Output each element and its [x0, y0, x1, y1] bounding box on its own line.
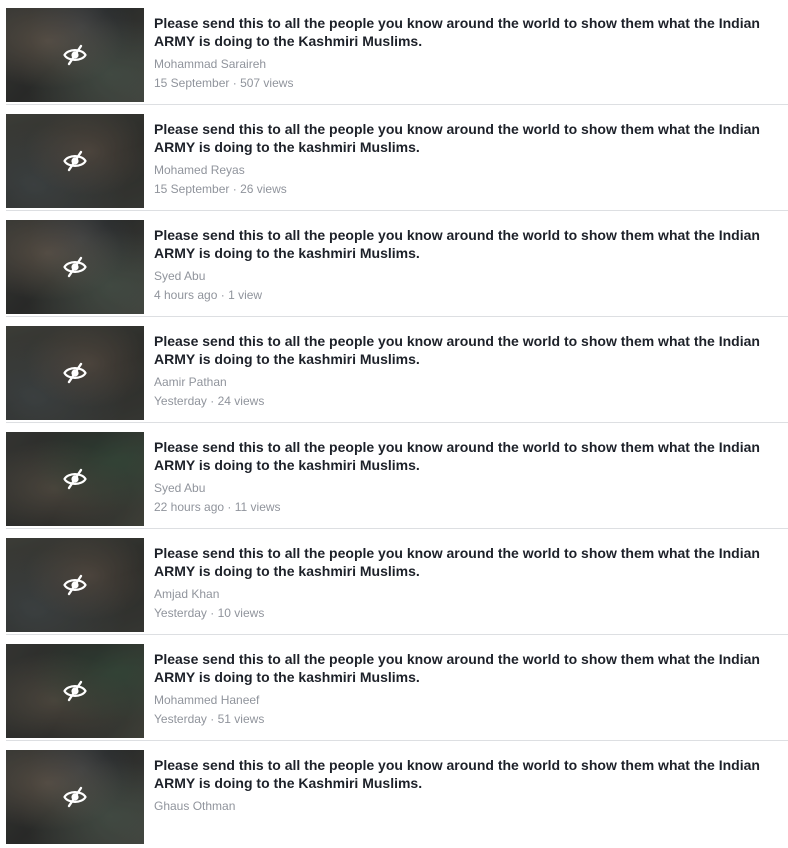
list-item[interactable]: Please send this to all the people you k… — [0, 636, 788, 742]
author-name[interactable]: Mohamed Reyas — [154, 163, 245, 177]
view-count: 26 views — [240, 182, 287, 196]
list-item[interactable]: Please send this to all the people you k… — [0, 530, 788, 636]
video-thumbnail[interactable] — [6, 750, 144, 844]
video-title[interactable]: Please send this to all the people you k… — [154, 756, 779, 792]
divider — [6, 316, 788, 317]
author-name[interactable]: Amjad Khan — [154, 587, 219, 601]
view-count: 24 views — [217, 394, 265, 408]
post-meta: 22 hours ago · 11 views — [154, 500, 281, 514]
post-meta: 15 September · 507 views — [154, 76, 293, 90]
list-item[interactable]: Please send this to all the people you k… — [0, 424, 788, 530]
video-title[interactable]: Please send this to all the people you k… — [154, 332, 779, 368]
meta-separator: · — [220, 288, 225, 302]
eye-slash-icon — [63, 150, 87, 172]
eye-slash-icon — [63, 574, 87, 596]
meta-separator: · — [210, 712, 215, 726]
author-name[interactable]: Syed Abu — [154, 269, 205, 283]
post-meta: Yesterday · 10 views — [154, 606, 264, 620]
list-item[interactable]: Please send this to all the people you k… — [0, 0, 788, 106]
post-meta: 4 hours ago · 1 view — [154, 288, 262, 302]
meta-separator: · — [227, 500, 232, 514]
author-name[interactable]: Mohammad Saraireh — [154, 57, 266, 71]
video-results-list: Please send this to all the people you k… — [0, 0, 788, 844]
post-meta: Yesterday · 24 views — [154, 394, 264, 408]
post-date: Yesterday — [154, 712, 207, 726]
eye-slash-icon — [63, 362, 87, 384]
list-item[interactable]: Please send this to all the people you k… — [0, 318, 788, 424]
divider — [6, 528, 788, 529]
video-title[interactable]: Please send this to all the people you k… — [154, 650, 779, 686]
divider — [6, 422, 788, 423]
post-meta: 15 September · 26 views — [154, 182, 287, 196]
post-date: Yesterday — [154, 394, 207, 408]
meta-separator: · — [210, 394, 215, 408]
view-count: 11 views — [234, 500, 281, 514]
video-thumbnail[interactable] — [6, 114, 144, 208]
view-count: 51 views — [217, 712, 265, 726]
list-item[interactable]: Please send this to all the people you k… — [0, 742, 788, 848]
video-thumbnail[interactable] — [6, 326, 144, 420]
video-title[interactable]: Please send this to all the people you k… — [154, 120, 779, 156]
eye-slash-icon — [63, 680, 87, 702]
eye-slash-icon — [63, 468, 87, 490]
divider — [6, 104, 788, 105]
divider — [6, 740, 788, 741]
video-title[interactable]: Please send this to all the people you k… — [154, 226, 779, 262]
view-count: 507 views — [240, 76, 294, 90]
eye-slash-icon — [63, 786, 87, 808]
video-thumbnail[interactable] — [6, 644, 144, 738]
post-date: 4 hours ago — [154, 288, 218, 302]
meta-separator: · — [210, 606, 215, 620]
list-item[interactable]: Please send this to all the people you k… — [0, 106, 788, 212]
video-thumbnail[interactable] — [6, 538, 144, 632]
author-name[interactable]: Ghaus Othman — [154, 799, 235, 813]
post-date: Yesterday — [154, 606, 207, 620]
post-date: 15 September — [154, 76, 230, 90]
video-title[interactable]: Please send this to all the people you k… — [154, 544, 779, 580]
post-date: 15 September — [154, 182, 230, 196]
view-count: 10 views — [217, 606, 265, 620]
video-title[interactable]: Please send this to all the people you k… — [154, 438, 779, 474]
author-name[interactable]: Mohammed Haneef — [154, 693, 259, 707]
video-thumbnail[interactable] — [6, 8, 144, 102]
video-thumbnail[interactable] — [6, 432, 144, 526]
divider — [6, 634, 788, 635]
author-name[interactable]: Aamir Pathan — [154, 375, 227, 389]
meta-separator: · — [232, 182, 237, 196]
list-item[interactable]: Please send this to all the people you k… — [0, 212, 788, 318]
divider — [6, 210, 788, 211]
eye-slash-icon — [63, 44, 87, 66]
post-date: 22 hours ago — [154, 500, 225, 514]
video-thumbnail[interactable] — [6, 220, 144, 314]
author-name[interactable]: Syed Abu — [154, 481, 205, 495]
view-count: 1 view — [228, 288, 263, 302]
post-meta: Yesterday · 51 views — [154, 712, 264, 726]
meta-separator: · — [232, 76, 237, 90]
video-title[interactable]: Please send this to all the people you k… — [154, 14, 779, 50]
eye-slash-icon — [63, 256, 87, 278]
